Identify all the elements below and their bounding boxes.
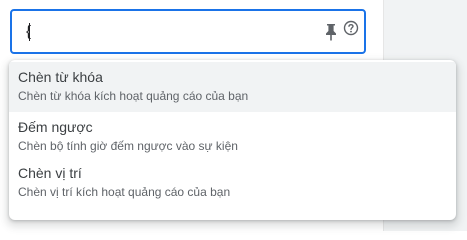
menu-item-insert-keyword[interactable]: Chèn từ khóa Chèn từ khóa kích hoạt quản… [9,62,456,112]
text-caret [29,23,30,41]
menu-item-description: Chèn bộ tính giờ đếm ngược vào sự kiện [18,139,238,153]
pin-icon[interactable] [324,23,338,41]
menu-item-description: Chèn từ khóa kích hoạt quảng cáo của bạn [18,89,249,103]
menu-item-title: Chèn từ khóa [18,69,103,85]
menu-item-title: Chèn vị trí [18,165,82,181]
menu-item-insert-location[interactable]: Chèn vị trí Chèn vị trí kích hoạt quảng … [9,158,456,208]
help-icon[interactable] [343,20,359,36]
menu-item-description: Chèn vị trí kích hoạt quảng cáo của bạn [18,185,231,199]
menu-item-countdown[interactable]: Đếm ngược Chèn bộ tính giờ đếm ngược vào… [9,112,456,162]
text-input-field[interactable]: { [10,9,366,54]
menu-item-title: Đếm ngược [18,119,93,135]
suggestion-dropdown: Chèn từ khóa Chèn từ khóa kích hoạt quản… [9,60,456,220]
